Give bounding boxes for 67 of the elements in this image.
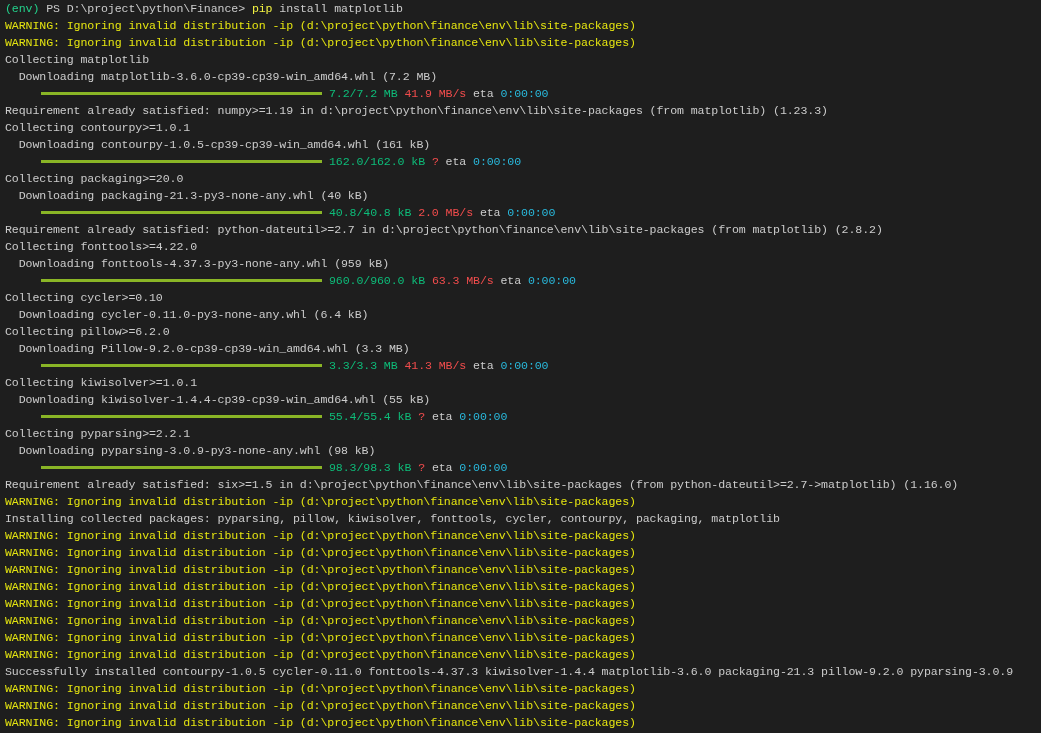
output-line: Collecting pillow>=6.2.0 (5, 324, 170, 340)
warning-message: WARNING: Ignoring invalid distribution -ip (d:\project\python\finance\env\lib\site-packages) (5, 698, 636, 714)
warning-message: WARNING: Ignoring invalid distribution -ip (d:\project\python\finance\env\lib\site-packages) (5, 647, 636, 663)
warning-message: WARNING: Ignoring invalid distribution -ip (d:\project\python\finance\env\lib\site-packages) (5, 494, 636, 510)
download-size: 162.0/162.0 kB (329, 154, 425, 170)
output-line: Downloading kiwisolver-1.4.4-cp39-cp39-win_amd64.whl (55 kB) (17, 392, 431, 408)
eta-time: 0:00:00 (507, 205, 556, 221)
command-name: pip (251, 1, 273, 17)
output-line: Downloading matplotlib-3.6.0-cp39-cp39-win_amd64.whl (7.2 MB) (17, 69, 438, 85)
output-line: Collecting pyparsing>=2.2.1 (5, 426, 191, 442)
eta-time: 0:00:00 (459, 460, 508, 476)
download-size: 98.3/98.3 kB (329, 460, 412, 476)
download-size: 3.3/3.3 MB (329, 358, 398, 374)
output-line: Collecting packaging>=20.0 (5, 171, 184, 187)
warning-message: WARNING: Ignoring invalid distribution -ip (d:\project\python\finance\env\lib\site-packages) (5, 596, 636, 612)
eta-time: 0:00:00 (473, 154, 522, 170)
eta-label: eta (479, 205, 501, 221)
output-line: Collecting fonttools>=4.22.0 (5, 239, 197, 255)
output-line: Collecting matplotlib (5, 52, 149, 68)
output-line: Downloading contourpy-1.0.5-cp39-cp39-win_amd64.whl (161 kB) (17, 137, 431, 153)
output-line: Downloading Pillow-9.2.0-cp39-cp39-win_amd64.whl (3.3 MB) (17, 341, 410, 357)
output-line: Collecting kiwisolver>=1.0.1 (5, 375, 197, 391)
download-size: 40.8/40.8 kB (329, 205, 412, 221)
eta-time: 0:00:00 (527, 273, 576, 289)
warning-message: WARNING: Ignoring invalid distribution -ip (d:\project\python\finance\env\lib\site-packages) (5, 613, 636, 629)
download-speed: 2.0 MB/s (418, 205, 473, 221)
eta-label: eta (500, 273, 522, 289)
warning-message: WARNING: Ignoring invalid distribution -ip (d:\project\python\finance\env\lib\site-packages) (5, 35, 636, 51)
warning-message: WARNING: Ignoring invalid distribution -ip (d:\project\python\finance\env\lib\site-packages) (5, 528, 636, 544)
warning-message: WARNING: Ignoring invalid distribution -ip (d:\project\python\finance\env\lib\site-packages) (5, 545, 636, 561)
download-speed: 41.3 MB/s (404, 358, 467, 374)
eta-label: eta (431, 409, 453, 425)
output-line: Requirement already satisfied: numpy>=1.19 in d:\project\python\finance\env\lib\site-packages (from matplotlib) (1.23.3) (5, 103, 828, 119)
warning-message: WARNING: Ignoring invalid distribution -ip (d:\project\python\finance\env\lib\site-packages) (5, 562, 636, 578)
warning-message: WARNING: Ignoring invalid distribution -ip (d:\project\python\finance\env\lib\site-packages) (5, 579, 636, 595)
eta-label: eta (445, 154, 467, 170)
download-speed: ? (418, 409, 425, 425)
prompt-path: PS D:\project\python\Finance> (45, 1, 247, 17)
download-size: 7.2/7.2 MB (329, 86, 398, 102)
output-line: Requirement already satisfied: six>=1.5 in d:\project\python\finance\env\lib\site-packages (from python-dateutil>=2.7->matplotlib) (1.16.0) (5, 477, 959, 493)
output-line: Downloading packaging-21.3-py3-none-any.whl (40 kB) (17, 188, 369, 204)
eta-time: 0:00:00 (500, 86, 549, 102)
eta-label: eta (473, 86, 494, 102)
download-size: 55.4/55.4 kB (329, 409, 412, 425)
output-line: Requirement already satisfied: python-dateutil>=2.7 in d:\project\python\finance\env\lib\site-packages (from matplotlib) (2.8.2) (5, 222, 883, 238)
download-size: 960.0/960.0 kB (329, 273, 425, 289)
output-line: Installing collected packages: pyparsing, pillow, kiwisolver, fonttools, cycler, contourpy, packaging, matplotlib (5, 511, 780, 527)
output-line: Downloading cycler-0.11.0-py3-none-any.whl (6.4 kB) (17, 307, 369, 323)
warning-message: WARNING: Ignoring invalid distribution -ip (d:\project\python\finance\env\lib\site-packages) (5, 18, 636, 34)
command-args: install matplotlib (278, 1, 403, 17)
eta-time: 0:00:00 (500, 358, 549, 374)
download-speed: 63.3 MB/s (431, 273, 494, 289)
prompt-env: (env) (5, 1, 40, 17)
warning-message: WARNING: Ignoring invalid distribution -ip (d:\project\python\finance\env\lib\site-packages) (5, 630, 636, 646)
output-line: Successfully installed contourpy-1.0.5 cycler-0.11.0 fonttools-4.37.3 kiwisolver-1.4.4 matplotlib-3.6.0 packaging-21.3 pillow-9.2.0 pyparsing-3.0.9 (5, 664, 1014, 680)
eta-label: eta (473, 358, 494, 374)
eta-label: eta (431, 460, 453, 476)
output-line: Collecting cycler>=0.10 (5, 290, 163, 306)
download-speed: ? (431, 154, 439, 170)
eta-time: 0:00:00 (459, 409, 508, 425)
output-line: Downloading fonttools-4.37.3-py3-none-any.whl (959 kB) (17, 256, 389, 272)
output-line: Collecting contourpy>=1.0.1 (5, 120, 191, 136)
download-speed: 41.9 MB/s (404, 86, 467, 102)
output-line: Downloading pyparsing-3.0.9-py3-none-any.whl (98 kB) (17, 443, 376, 459)
warning-message: WARNING: Ignoring invalid distribution -ip (d:\project\python\finance\env\lib\site-packages) (5, 715, 636, 731)
download-speed: ? (418, 460, 425, 476)
warning-message: WARNING: Ignoring invalid distribution -ip (d:\project\python\finance\env\lib\site-packages) (5, 681, 636, 697)
